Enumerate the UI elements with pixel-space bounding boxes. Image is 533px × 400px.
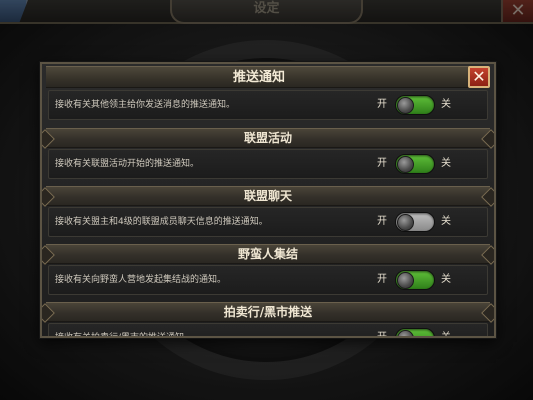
section-header-barbarian-rally: 野蛮人集结 — [46, 244, 490, 264]
off-label: 关 — [441, 216, 451, 227]
on-label: 开 — [377, 99, 387, 110]
toggle-knob — [397, 272, 414, 289]
alliance-chat-toggle[interactable] — [395, 212, 435, 232]
auction-black-market-toggle[interactable] — [395, 328, 435, 336]
barbarian-rally-toggle[interactable] — [395, 270, 435, 290]
push-notifications-toggle[interactable] — [395, 95, 435, 115]
push-settings-dialog: 推送通知 ✕ 接收有关其他领主给你发送消息的推送通知。 开 关 联盟活动 接收有… — [40, 62, 496, 338]
section-header-alliance-chat: 联盟聊天 — [46, 186, 490, 206]
section-header-auction-black-market: 拍卖行/黑市推送 — [46, 302, 490, 322]
on-label: 开 — [377, 158, 387, 169]
setting-description: 接收有关盟主和4级的联盟成员聊天信息的推送通知。 — [55, 217, 268, 227]
setting-row-alliance-chat: 接收有关盟主和4级的联盟成员聊天信息的推送通知。 开 关 — [48, 207, 488, 237]
setting-row-barbarian-rally: 接收有关向野蛮人营地发起集结战的通知。 开 关 — [48, 265, 488, 295]
toggle-knob — [397, 214, 414, 231]
on-label: 开 — [377, 216, 387, 227]
setting-row-push-notifications: 接收有关其他领主给你发送消息的推送通知。 开 关 — [48, 90, 488, 120]
dialog-scroll-area[interactable]: 推送通知 ✕ 接收有关其他领主给你发送消息的推送通知。 开 关 联盟活动 接收有… — [42, 64, 494, 336]
off-label: 关 — [441, 332, 451, 338]
on-label: 开 — [377, 332, 387, 338]
setting-description: 接收有关拍卖行/黑市的推送通知。 — [55, 333, 194, 338]
setting-description: 接收有关联盟活动开始的推送通知。 — [55, 159, 200, 169]
toggle-knob — [397, 330, 414, 336]
toggle-knob — [397, 97, 414, 114]
off-label: 关 — [441, 274, 451, 285]
setting-row-alliance-events: 接收有关联盟活动开始的推送通知。 开 关 — [48, 149, 488, 179]
off-label: 关 — [441, 99, 451, 110]
setting-description: 接收有关向野蛮人营地发起集结战的通知。 — [55, 275, 227, 285]
off-label: 关 — [441, 158, 451, 169]
setting-description: 接收有关其他领主给你发送消息的推送通知。 — [55, 100, 236, 110]
alliance-events-toggle[interactable] — [395, 154, 435, 174]
setting-row-auction-black-market: 接收有关拍卖行/黑市的推送通知。 开 关 — [48, 323, 488, 338]
toggle-knob — [397, 156, 414, 173]
dialog-close-icon[interactable]: ✕ — [468, 66, 490, 88]
section-header-alliance-events: 联盟活动 — [46, 128, 490, 148]
on-label: 开 — [377, 274, 387, 285]
section-header-push-notifications: 推送通知 — [46, 66, 472, 88]
